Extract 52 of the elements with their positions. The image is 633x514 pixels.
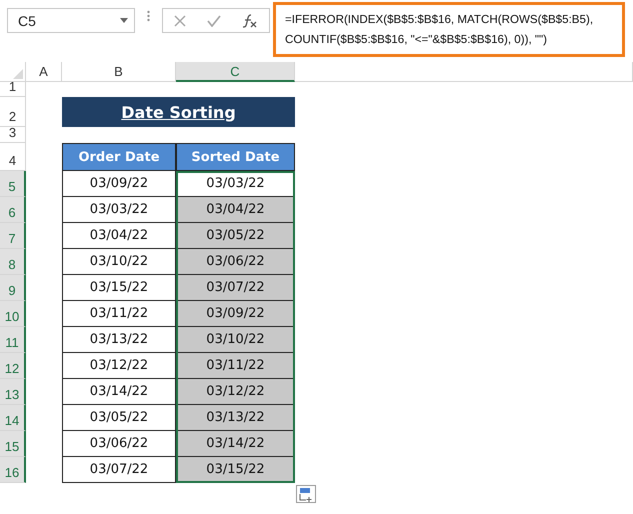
row-header[interactable]: 12	[0, 353, 26, 379]
row-header[interactable]: 8	[0, 249, 26, 275]
table-cell: 03/14/22	[62, 379, 176, 405]
formula-bar[interactable]: =IFERROR(INDEX($B$5:$B$16, MATCH(ROWS($B$5:B5), COUNTIF($B$5:$B$16, "<="&$B$5:$B$16), 0)), "")	[273, 2, 625, 57]
row-header[interactable]: 14	[0, 405, 26, 431]
table-cell: 03/15/22	[62, 275, 176, 301]
dropdown-icon	[120, 18, 128, 23]
row-header[interactable]: 5	[0, 171, 26, 197]
table-cell: 03/09/22	[176, 301, 295, 327]
table-cell: 03/07/22	[176, 275, 295, 301]
table-cell: 03/11/22	[62, 301, 176, 327]
name-box[interactable]: C5	[7, 8, 135, 33]
table-cell: 03/10/22	[176, 327, 295, 353]
row-header[interactable]: 16	[0, 457, 26, 483]
function-icon[interactable]	[242, 14, 258, 28]
table-cell: 03/11/22	[176, 353, 295, 379]
more-icon	[147, 10, 150, 22]
column-header[interactable]: B	[62, 62, 176, 82]
table-cell: 03/12/22	[176, 379, 295, 405]
row-header[interactable]: 13	[0, 379, 26, 405]
row-header[interactable]: 11	[0, 327, 26, 353]
table-cell: 03/10/22	[62, 249, 176, 275]
cancel-icon[interactable]	[174, 14, 186, 26]
row-header[interactable]: 1	[0, 82, 26, 97]
check-icon[interactable]	[206, 14, 221, 26]
row-header[interactable]: 10	[0, 301, 26, 327]
row-header[interactable]: 9	[0, 275, 26, 301]
select-all-icon[interactable]	[13, 69, 23, 79]
column-header[interactable]: C	[176, 62, 295, 82]
row-header[interactable]: 2	[0, 97, 26, 127]
row-header[interactable]: 3	[0, 127, 26, 143]
table-cell: 03/04/22	[176, 197, 295, 223]
table-cell: 03/09/22	[62, 171, 176, 197]
sheet-title: Date Sorting	[62, 97, 295, 127]
row-header[interactable]: 6	[0, 197, 26, 223]
column-heading: Sorted Date	[176, 143, 295, 171]
table-cell: 03/04/22	[62, 223, 176, 249]
column-heading: Order Date	[62, 143, 176, 171]
table-cell: 03/13/22	[62, 327, 176, 353]
table-cell: 03/13/22	[176, 405, 295, 431]
table-cell: 03/03/22	[62, 197, 176, 223]
table-cell: 03/05/22	[176, 223, 295, 249]
paste-options-icon[interactable]	[296, 485, 316, 503]
table-cell: 03/07/22	[62, 457, 176, 483]
table-cell: 03/12/22	[62, 353, 176, 379]
table-cell: 03/06/22	[176, 249, 295, 275]
table-cell: 03/05/22	[62, 405, 176, 431]
table-cell: 03/06/22	[62, 431, 176, 457]
column-header[interactable]: A	[26, 62, 62, 82]
table-cell: 03/14/22	[176, 431, 295, 457]
row-header[interactable]: 15	[0, 431, 26, 457]
row-header[interactable]: 7	[0, 223, 26, 249]
